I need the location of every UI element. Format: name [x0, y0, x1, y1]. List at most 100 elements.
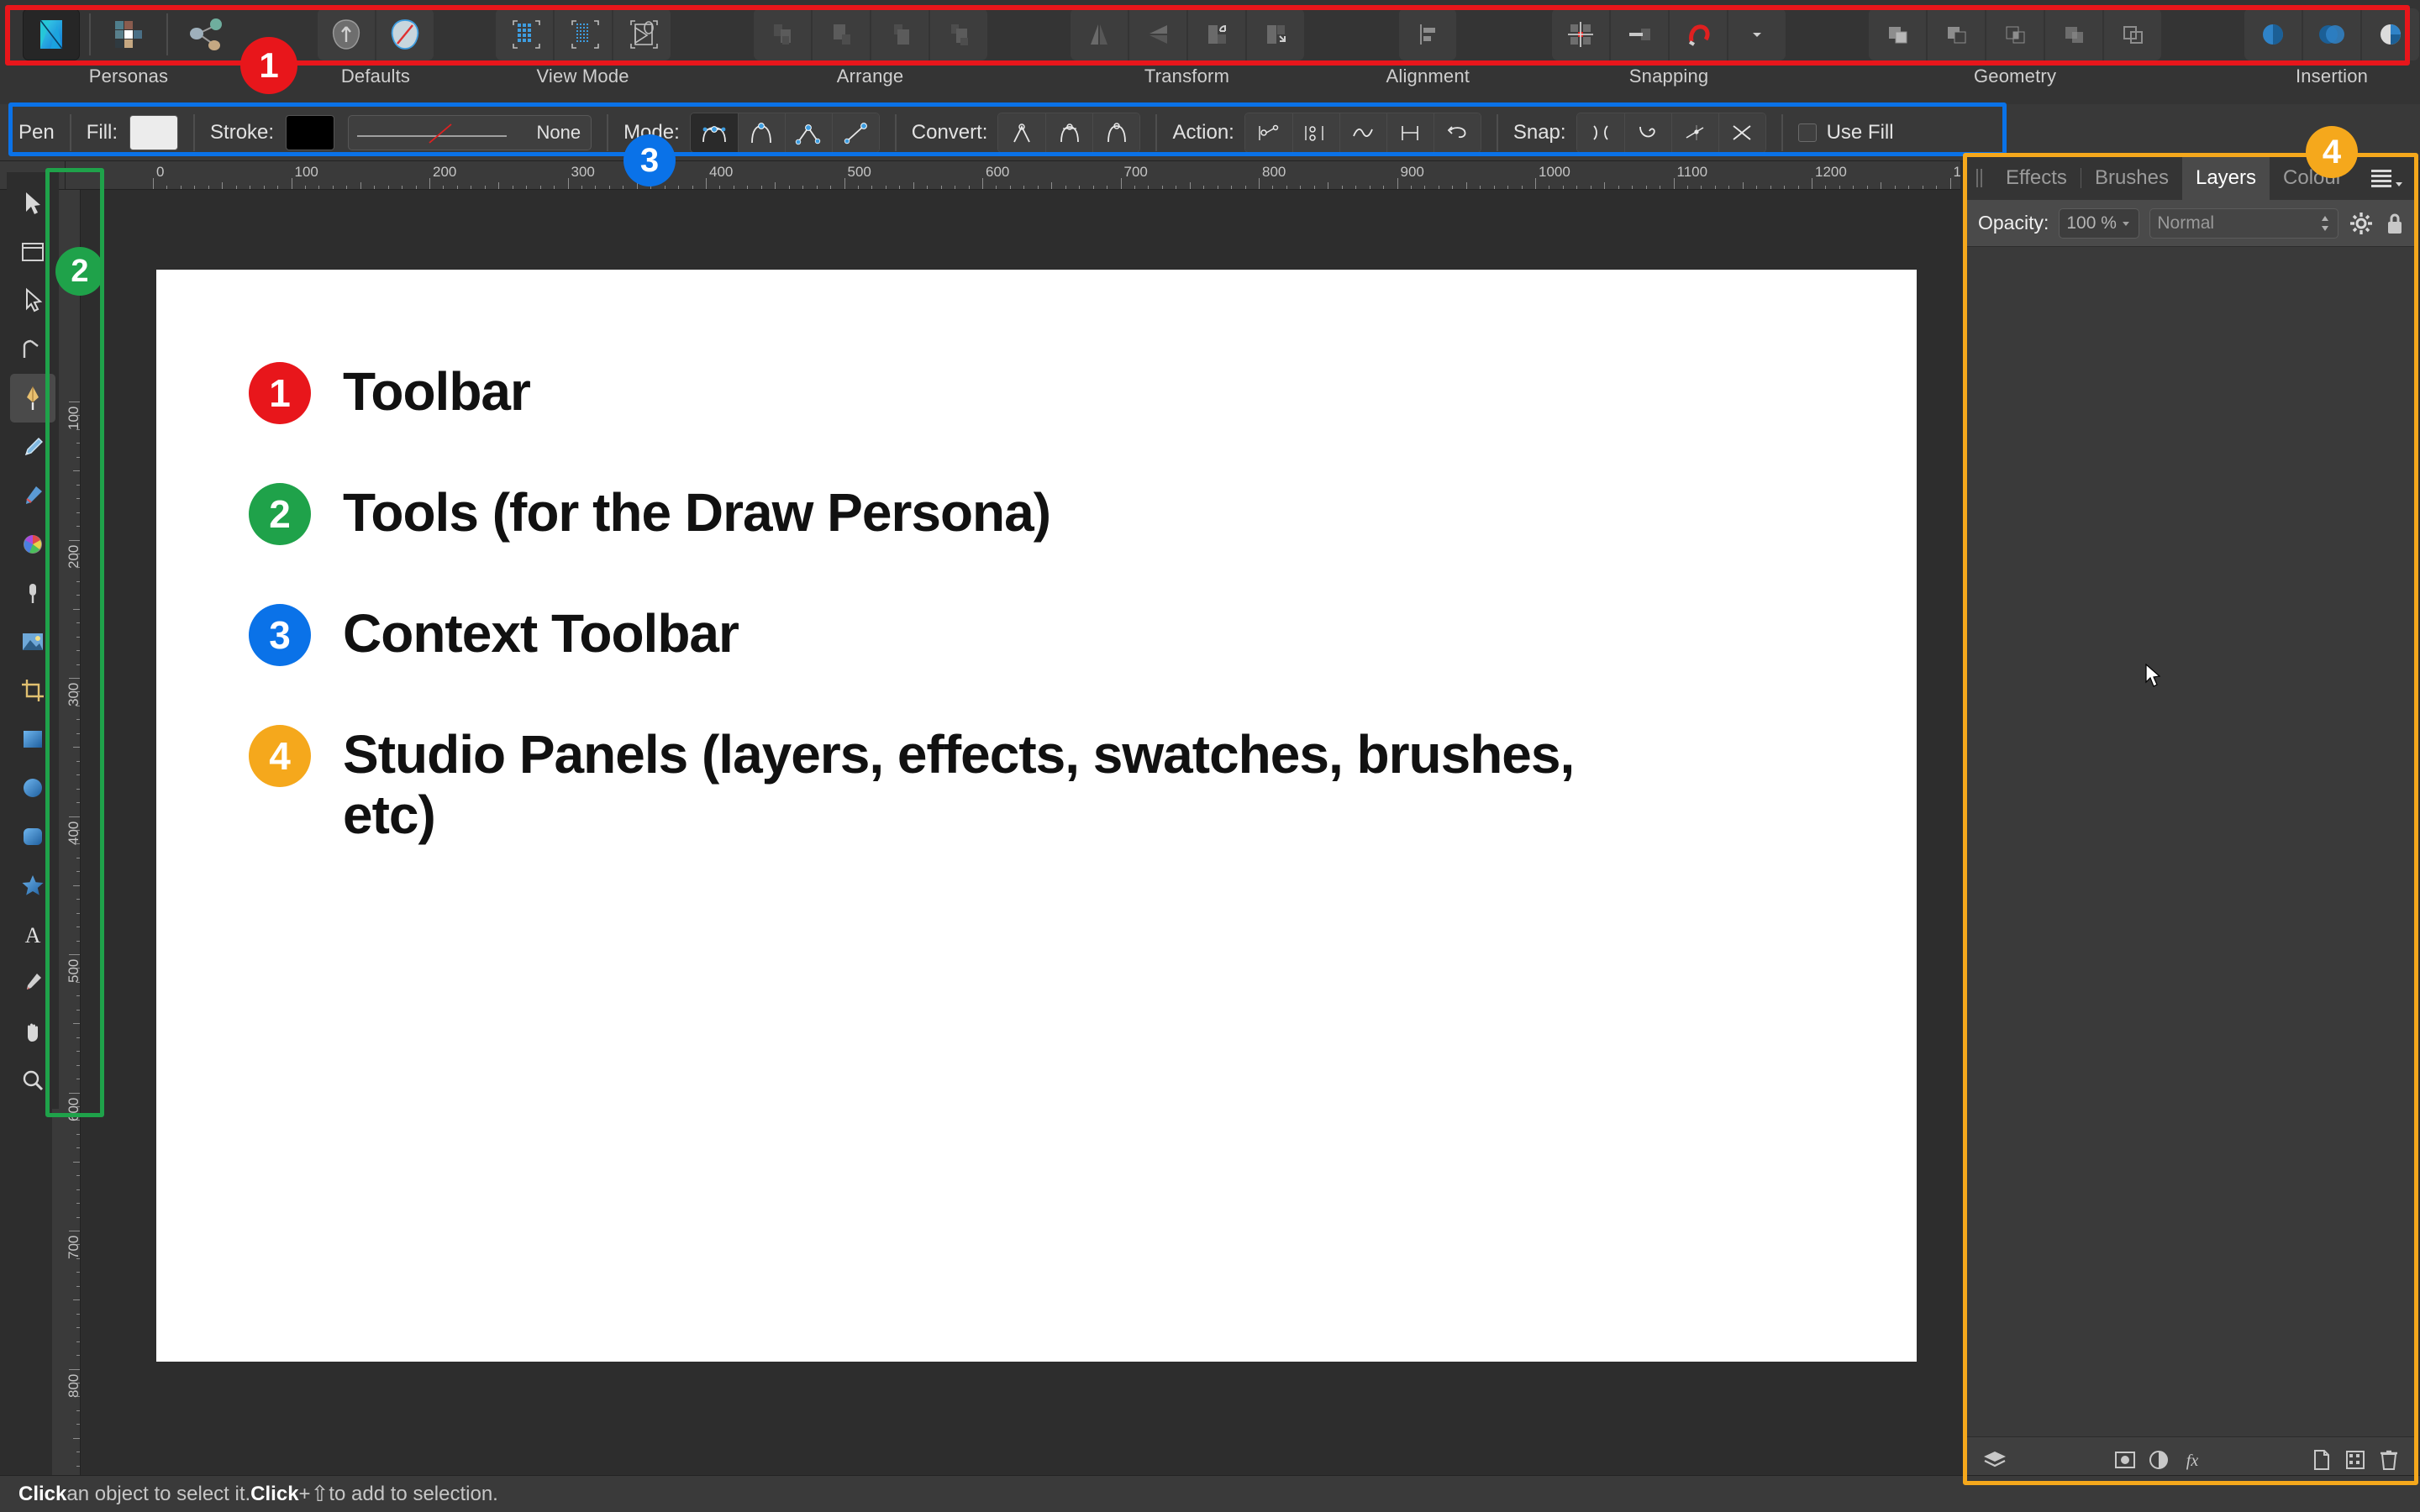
insert-front-button[interactable] — [2362, 8, 2420, 60]
ruler-minor-tick — [76, 968, 80, 969]
convert-smart-button[interactable] — [1092, 113, 1140, 152]
fill-tool[interactable] — [10, 520, 55, 569]
horizontal-ruler[interactable]: 0 100 200 300 400 500 600 700 800 900 1000 1100 1200… — [66, 161, 1960, 190]
reset-default-button[interactable] — [376, 8, 434, 60]
tab-brushes[interactable]: Brushes — [2081, 156, 2182, 200]
flip-horizontal-button[interactable] — [1070, 8, 1128, 60]
tab-effects[interactable]: Effects — [1992, 156, 2081, 200]
action-join-curves-button[interactable] — [1386, 113, 1434, 152]
toolbar-group-label-arrange: Arrange — [836, 66, 904, 87]
ruler-minor-tick — [73, 1299, 80, 1301]
snapping-options-button[interactable] — [1611, 8, 1669, 60]
pencil-tool[interactable] — [10, 423, 55, 471]
ruler-minor-tick — [73, 1161, 80, 1163]
move-backward-button[interactable] — [871, 8, 929, 60]
zoom-tool[interactable] — [10, 1056, 55, 1105]
rectangle-tool[interactable] — [10, 715, 55, 764]
mask-button-icon[interactable] — [2338, 1443, 2372, 1477]
action-smooth-curve-button[interactable] — [1339, 113, 1386, 152]
vector-brush-tool[interactable] — [10, 471, 55, 520]
insert-inside-button[interactable] — [2244, 8, 2302, 60]
action-close-curve-button[interactable] — [1292, 113, 1339, 152]
snap-to-nodes-button[interactable] — [1576, 113, 1624, 152]
artistic-text-tool[interactable]: A — [10, 910, 55, 958]
node-tool[interactable] — [10, 276, 55, 325]
corner-tool[interactable] — [10, 325, 55, 374]
snapping-magnet-button[interactable] — [1670, 8, 1728, 60]
snapping-dropdown-button[interactable] — [1728, 8, 1786, 60]
ruler-minor-tick — [1189, 182, 1191, 189]
ruler-tick — [153, 178, 154, 189]
ruler-minor-tick — [968, 186, 970, 189]
crop-tool[interactable] — [10, 666, 55, 715]
lock-icon[interactable] — [2384, 211, 2406, 236]
move-to-back-button[interactable] — [929, 8, 987, 60]
rotate-cw-button[interactable] — [1246, 8, 1304, 60]
convert-smooth-button[interactable] — [1045, 113, 1093, 152]
view-mode-pixel-button[interactable] — [554, 8, 612, 60]
new-layer-icon[interactable] — [2305, 1443, 2338, 1477]
star-tool[interactable] — [10, 861, 55, 910]
pen-mode-line-button[interactable] — [831, 113, 879, 152]
snap-to-intersections-button[interactable] — [1718, 113, 1765, 152]
opacity-input[interactable]: 100 % — [2059, 207, 2140, 239]
persona-pixel-button[interactable] — [100, 8, 157, 60]
layer-stack-icon[interactable] — [1978, 1443, 2012, 1477]
delete-layer-icon[interactable] — [2372, 1443, 2406, 1477]
insert-behind-button[interactable] — [2303, 8, 2361, 60]
artboard[interactable]: 1 Toolbar 2 Tools (for the Draw Persona)… — [156, 270, 1917, 1362]
rotate-ccw-button[interactable] — [1187, 8, 1245, 60]
fill-swatch[interactable] — [129, 114, 179, 150]
view-mode-retina-button[interactable] — [613, 8, 671, 60]
view-mode-vector-button[interactable] — [495, 8, 553, 60]
alignment-button[interactable] — [1399, 8, 1457, 60]
pen-mode-smart-button[interactable] — [737, 113, 785, 152]
ruler-minor-tick — [871, 186, 873, 189]
mask-layer-icon[interactable] — [2108, 1443, 2142, 1477]
ellipse-tool[interactable] — [10, 764, 55, 812]
action-break-curve-button[interactable] — [1244, 113, 1292, 152]
move-tool[interactable] — [10, 179, 55, 228]
persona-designer-button[interactable] — [23, 8, 80, 60]
canvas-area[interactable]: 1 Toolbar 2 Tools (for the Draw Persona)… — [81, 190, 1963, 1492]
move-forward-button[interactable] — [812, 8, 870, 60]
tab-colour[interactable]: Colour — [2270, 156, 2356, 200]
pen-mode-polygon-button[interactable] — [784, 113, 832, 152]
geometry-combine-button[interactable] — [2104, 8, 2162, 60]
gear-icon[interactable] — [2349, 211, 2374, 236]
place-image-tool[interactable] — [10, 617, 55, 666]
grid-button[interactable] — [1552, 8, 1610, 60]
colour-picker-tool[interactable] — [10, 958, 55, 1007]
snap-to-geometry-button[interactable] — [1670, 113, 1718, 152]
transparency-tool[interactable] — [10, 569, 55, 617]
stroke-width-control[interactable]: None — [348, 114, 592, 150]
blend-mode-select[interactable]: Normal — [2149, 207, 2338, 239]
geometry-divide-button[interactable] — [2045, 8, 2103, 60]
adjustment-layer-icon[interactable] — [2142, 1443, 2175, 1477]
layers-list[interactable] — [1966, 247, 2417, 1436]
set-default-button[interactable] — [317, 8, 375, 60]
geometry-add-button[interactable] — [1869, 8, 1927, 60]
artboard-tool[interactable] — [10, 228, 55, 276]
ruler-minor-tick — [1424, 186, 1426, 189]
geometry-intersect-button[interactable] — [1986, 8, 2044, 60]
rounded-rectangle-tool[interactable] — [10, 812, 55, 861]
effects-fx-icon[interactable]: fx — [2175, 1443, 2209, 1477]
pen-tool[interactable] — [10, 374, 55, 423]
convert-sharp-button[interactable] — [998, 113, 1046, 152]
tab-layers[interactable]: Layers — [2181, 156, 2270, 200]
view-tool[interactable] — [10, 1007, 55, 1056]
flip-vertical-button[interactable] — [1128, 8, 1186, 60]
action-reverse-curve-button[interactable] — [1433, 113, 1481, 152]
ruler-minor-tick — [76, 995, 80, 997]
move-to-front-button[interactable] — [753, 8, 811, 60]
pen-mode-pen-button[interactable] — [690, 113, 738, 152]
persona-export-button[interactable] — [177, 8, 234, 60]
geometry-subtract-button[interactable] — [1928, 8, 1986, 60]
panel-menu-icon[interactable] — [2366, 156, 2409, 200]
context-divider-6 — [1496, 113, 1498, 151]
use-fill-checkbox[interactable] — [1797, 123, 1817, 142]
panel-grip-icon[interactable] — [1966, 156, 1992, 200]
snap-to-curve-button[interactable] — [1623, 113, 1671, 152]
stroke-swatch[interactable] — [286, 114, 335, 150]
